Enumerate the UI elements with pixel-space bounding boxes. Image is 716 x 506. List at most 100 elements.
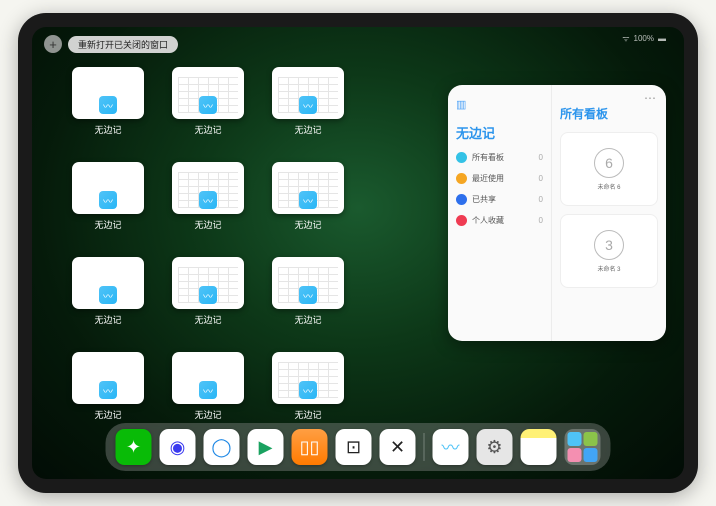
dock: ✦◉◯▶▯▯⊡✕ 〰⚙ xyxy=(106,423,611,471)
app-window-card[interactable]: 无边记 xyxy=(72,352,144,421)
app-label: 无边记 xyxy=(294,123,321,136)
app-window-card[interactable]: 无边记 xyxy=(272,67,344,136)
status-bar: ᯤ 100% ▬ xyxy=(622,33,666,44)
dock-settings-icon[interactable]: ⚙ xyxy=(477,429,513,465)
category-count: 0 xyxy=(539,195,543,204)
window-thumbnail xyxy=(72,67,144,119)
category-dot-icon xyxy=(456,152,467,163)
freeform-app-icon xyxy=(199,191,217,209)
app-label: 无边记 xyxy=(294,408,321,421)
add-button[interactable]: + xyxy=(44,35,62,53)
board-name: 未命名 6 xyxy=(597,182,620,191)
app-window-card[interactable]: 无边记 xyxy=(172,162,244,231)
dock-connect-icon[interactable]: ✕ xyxy=(380,429,416,465)
board-sketch-icon: 6 xyxy=(594,148,624,178)
app-label: 无边记 xyxy=(194,313,221,326)
dock-video-icon[interactable]: ▶ xyxy=(248,429,284,465)
window-thumbnail xyxy=(272,162,344,214)
panel-content: ⋯ 所有看板 6 未命名 6 3 未命名 3 xyxy=(552,85,666,341)
panel-title-right: 所有看板 xyxy=(560,105,658,122)
more-icon[interactable]: ⋯ xyxy=(644,91,656,105)
window-thumbnail xyxy=(72,162,144,214)
window-thumbnail xyxy=(172,162,244,214)
dock-dice-icon[interactable]: ⊡ xyxy=(336,429,372,465)
category-count: 0 xyxy=(539,174,543,183)
freeform-app-icon xyxy=(99,191,117,209)
freeform-app-icon xyxy=(299,96,317,114)
app-label: 无边记 xyxy=(294,313,321,326)
freeform-app-icon xyxy=(99,286,117,304)
category-item[interactable]: 个人收藏 0 xyxy=(456,215,543,226)
freeform-app-icon xyxy=(99,96,117,114)
window-thumbnail xyxy=(172,67,244,119)
app-label: 无边记 xyxy=(94,313,121,326)
dock-freeform-icon[interactable]: 〰 xyxy=(433,429,469,465)
app-label: 无边记 xyxy=(294,218,321,231)
category-item[interactable]: 所有看板 0 xyxy=(456,152,543,163)
app-library-icon[interactable] xyxy=(565,429,601,465)
freeform-app-icon xyxy=(199,96,217,114)
dock-separator xyxy=(424,433,425,461)
dock-quark-hd-icon[interactable]: ◉ xyxy=(160,429,196,465)
window-thumbnail xyxy=(272,257,344,309)
window-thumbnail xyxy=(272,352,344,404)
app-window-card[interactable]: 无边记 xyxy=(172,67,244,136)
app-window-card[interactable]: 无边记 xyxy=(72,67,144,136)
freeform-app-icon xyxy=(199,286,217,304)
category-count: 0 xyxy=(539,153,543,162)
window-thumbnail xyxy=(72,352,144,404)
category-label: 所有看板 xyxy=(472,152,504,163)
freeform-app-icon xyxy=(99,381,117,399)
category-count: 0 xyxy=(539,216,543,225)
freeform-app-icon xyxy=(299,381,317,399)
category-item[interactable]: 最近使用 0 xyxy=(456,173,543,184)
dock-qq-browser-icon[interactable]: ◯ xyxy=(204,429,240,465)
app-switcher-grid: 无边记无边记无边记无边记无边记无边记无边记无边记无边记无边记无边记无边记 xyxy=(72,67,444,421)
app-label: 无边记 xyxy=(94,408,121,421)
freeform-app-icon xyxy=(299,191,317,209)
board-card[interactable]: 6 未命名 6 xyxy=(560,132,658,206)
window-thumbnail xyxy=(72,257,144,309)
category-label: 最近使用 xyxy=(472,173,504,184)
app-window-card[interactable]: 无边记 xyxy=(72,257,144,326)
app-label: 无边记 xyxy=(94,123,121,136)
top-bar: + 重新打开已关闭的窗口 xyxy=(44,35,178,53)
sidebar-toggle-icon[interactable]: ▥ xyxy=(456,99,466,111)
ipad-frame: ᯤ 100% ▬ + 重新打开已关闭的窗口 无边记无边记无边记无边记无边记无边记… xyxy=(18,13,698,493)
window-thumbnail xyxy=(272,67,344,119)
app-window-card[interactable]: 无边记 xyxy=(272,162,344,231)
window-thumbnail xyxy=(172,257,244,309)
category-label: 已共享 xyxy=(472,194,496,205)
ipad-screen: ᯤ 100% ▬ + 重新打开已关闭的窗口 无边记无边记无边记无边记无边记无边记… xyxy=(32,27,684,479)
app-window-card[interactable]: 无边记 xyxy=(172,352,244,421)
panel-sidebar: ▥ 无边记 所有看板 0 最近使用 0 已共享 0 个人收藏 0 xyxy=(448,85,552,341)
dock-books-icon[interactable]: ▯▯ xyxy=(292,429,328,465)
battery-icon: ▬ xyxy=(658,34,666,43)
category-dot-icon xyxy=(456,194,467,205)
category-label: 个人收藏 xyxy=(472,215,504,226)
app-label: 无边记 xyxy=(194,123,221,136)
app-label: 无边记 xyxy=(94,218,121,231)
category-item[interactable]: 已共享 0 xyxy=(456,194,543,205)
app-window-card[interactable]: 无边记 xyxy=(272,352,344,421)
window-thumbnail xyxy=(172,352,244,404)
app-window-card[interactable]: 无边记 xyxy=(72,162,144,231)
dock-wechat-icon[interactable]: ✦ xyxy=(116,429,152,465)
category-dot-icon xyxy=(456,173,467,184)
freeform-app-icon xyxy=(199,381,217,399)
board-sketch-icon: 3 xyxy=(594,230,624,260)
app-label: 无边记 xyxy=(194,218,221,231)
category-dot-icon xyxy=(456,215,467,226)
freeform-app-icon xyxy=(299,286,317,304)
app-window-card[interactable]: 无边记 xyxy=(172,257,244,326)
board-name: 未命名 3 xyxy=(597,264,620,273)
wifi-icon: ᯤ xyxy=(622,33,629,44)
dock-notes-icon[interactable] xyxy=(521,429,557,465)
freeform-panel[interactable]: ▥ 无边记 所有看板 0 最近使用 0 已共享 0 个人收藏 0 ⋯ 所有看板 … xyxy=(448,85,666,341)
battery-label: 100% xyxy=(634,34,654,43)
app-label: 无边记 xyxy=(194,408,221,421)
board-card[interactable]: 3 未命名 3 xyxy=(560,214,658,288)
app-window-card[interactable]: 无边记 xyxy=(272,257,344,326)
reopen-closed-window-button[interactable]: 重新打开已关闭的窗口 xyxy=(68,36,178,53)
panel-title-left: 无边记 xyxy=(456,123,543,142)
